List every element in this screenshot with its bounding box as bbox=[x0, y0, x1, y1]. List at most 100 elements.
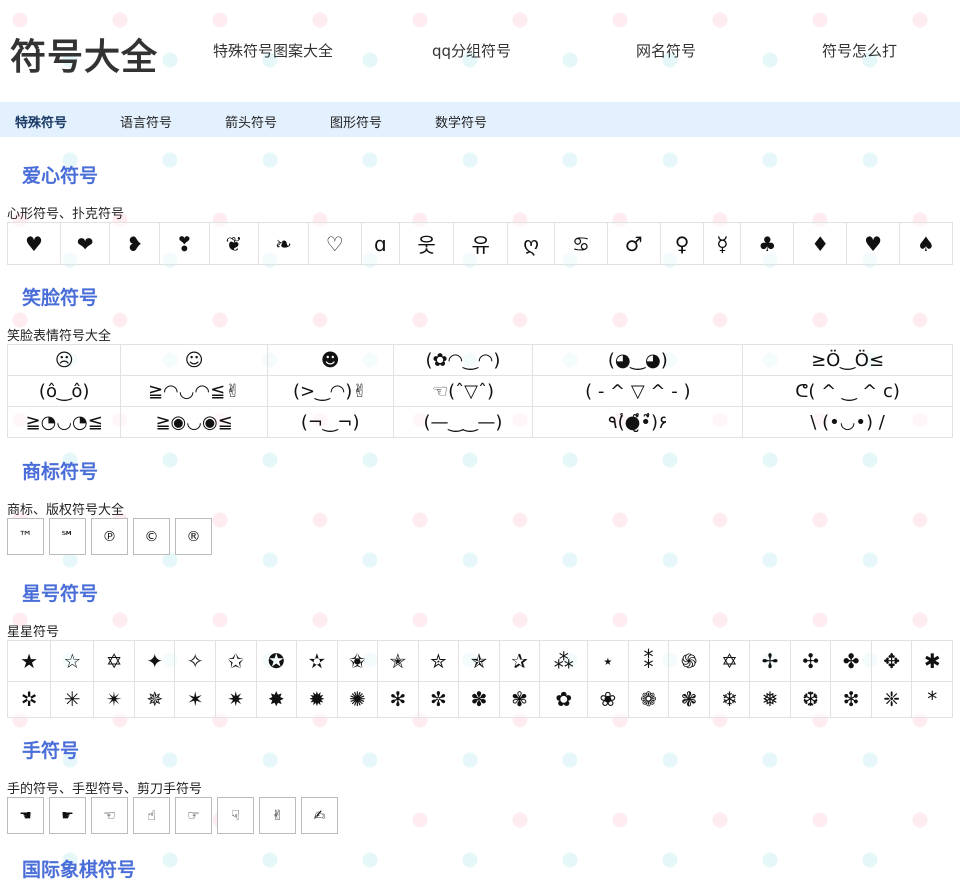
symbol-cell[interactable]: ♡ bbox=[307, 222, 362, 265]
symbol-cell[interactable]: ♋ bbox=[553, 222, 608, 265]
symbol-cell[interactable]: ☺ bbox=[120, 344, 268, 376]
symbol-cell[interactable]: 웃 bbox=[398, 222, 455, 265]
symbol-box[interactable]: ☝ bbox=[133, 797, 170, 834]
symbol-cell[interactable]: ❃ bbox=[668, 680, 710, 719]
symbol-box[interactable]: ™ bbox=[7, 518, 44, 555]
symbol-cell[interactable]: ♠ bbox=[899, 222, 953, 265]
symbol-cell[interactable]: ✹ bbox=[296, 680, 338, 719]
symbol-box[interactable]: © bbox=[133, 518, 170, 555]
symbol-cell[interactable]: ✴ bbox=[93, 680, 135, 719]
symbol-cell[interactable]: ✰ bbox=[498, 640, 541, 682]
symbol-cell[interactable]: ɑ bbox=[360, 222, 400, 265]
symbol-cell[interactable]: ✮ bbox=[417, 640, 460, 682]
symbol-cell[interactable]: ✵ bbox=[133, 680, 176, 719]
symbol-cell[interactable]: (ô‿ô) bbox=[6, 375, 122, 407]
symbol-cell[interactable]: ✶ bbox=[174, 680, 216, 719]
symbol-cell[interactable]: ✺ bbox=[336, 680, 379, 719]
symbol-cell[interactable]: ٩(̾●̮̮̃̾•̃̾)۶ bbox=[532, 406, 744, 438]
symbol-cell[interactable]: ♀ bbox=[659, 222, 705, 265]
symbol-cell[interactable]: (—‿‿—) bbox=[392, 406, 534, 438]
symbol-cell[interactable]: ღ bbox=[507, 222, 555, 265]
symbol-cell[interactable]: ✧ bbox=[174, 640, 216, 682]
symbol-cell[interactable]: ᕦ( ^ ‿ ^ c) bbox=[742, 375, 953, 407]
symbol-cell[interactable]: ☿ bbox=[703, 222, 742, 265]
symbol-cell[interactable]: ✪ bbox=[255, 640, 298, 682]
symbol-cell[interactable]: ✤ bbox=[830, 640, 872, 682]
symbol-cell[interactable]: \ (•◡•) / bbox=[742, 406, 953, 438]
symbol-cell[interactable]: ❣ bbox=[159, 222, 210, 265]
symbol-box[interactable]: ® bbox=[175, 518, 212, 555]
symbol-cell[interactable]: ✢ bbox=[749, 640, 791, 682]
symbol-cell[interactable]: ⁑ bbox=[627, 640, 670, 682]
symbol-cell[interactable]: ✾ bbox=[498, 680, 541, 719]
symbol-cell[interactable]: * bbox=[911, 680, 953, 719]
symbol-cell[interactable]: ♂ bbox=[606, 222, 661, 265]
symbol-cell[interactable]: (>‿◠)✌ bbox=[266, 375, 394, 407]
symbol-box[interactable]: ☛ bbox=[49, 797, 86, 834]
symbol-cell[interactable]: ✥ bbox=[870, 640, 913, 682]
symbol-cell[interactable]: ❧ bbox=[258, 222, 309, 265]
symbol-cell[interactable]: ✳ bbox=[50, 680, 95, 719]
symbol-cell[interactable]: ⋆ bbox=[587, 640, 629, 682]
symbol-cell[interactable]: ≧◔◡◔≦ bbox=[6, 406, 122, 438]
symbol-box[interactable]: ✌ bbox=[259, 797, 296, 834]
symbol-cell[interactable]: ❇ bbox=[830, 680, 872, 719]
symbol-cell[interactable]: ❅ bbox=[749, 680, 791, 719]
symbol-cell[interactable]: ✸ bbox=[255, 680, 298, 719]
symbol-cell[interactable]: 유 bbox=[453, 222, 509, 265]
symbol-cell[interactable]: ≧◠◡◠≦✌ bbox=[120, 375, 268, 407]
symbol-cell[interactable]: ✯ bbox=[458, 640, 500, 682]
symbol-cell[interactable]: ✭ bbox=[377, 640, 419, 682]
symbol-cell[interactable]: ☹ bbox=[6, 344, 122, 376]
symbol-cell[interactable]: ★ bbox=[6, 640, 52, 682]
symbol-cell[interactable]: ✫ bbox=[296, 640, 338, 682]
symbol-cell[interactable]: ♥ bbox=[7, 222, 61, 265]
symbol-box[interactable]: ℠ bbox=[49, 518, 86, 555]
symbol-cell[interactable]: ☆ bbox=[50, 640, 95, 682]
symbol-cell[interactable]: ✡ bbox=[708, 640, 751, 682]
symbol-cell[interactable]: ♣ bbox=[740, 222, 795, 265]
symbol-cell[interactable]: ✲ bbox=[6, 680, 52, 719]
symbol-cell[interactable]: ✣ bbox=[789, 640, 832, 682]
symbol-cell[interactable]: ( - ^ ▽ ^ - ) bbox=[532, 375, 744, 407]
symbol-box[interactable]: ☚ bbox=[7, 797, 44, 834]
symbol-cell[interactable]: (¬‿¬) bbox=[266, 406, 394, 438]
topnav-nickname-symbols[interactable]: 网名符号 bbox=[636, 40, 696, 61]
symbol-cell[interactable]: ❥ bbox=[109, 222, 161, 265]
symbol-cell[interactable]: ≧◉◡◉≦ bbox=[120, 406, 268, 438]
subnav-special[interactable]: 特殊符号 bbox=[15, 112, 67, 131]
symbol-box[interactable]: ℗ bbox=[91, 518, 128, 555]
symbol-cell[interactable]: ✿ bbox=[539, 680, 589, 719]
subnav-shapes[interactable]: 图形符号 bbox=[330, 112, 382, 131]
symbol-cell[interactable]: ♦ bbox=[793, 222, 848, 265]
symbol-cell[interactable]: ❤ bbox=[59, 222, 111, 265]
symbol-cell[interactable]: ✦ bbox=[133, 640, 176, 682]
symbol-cell[interactable]: ✼ bbox=[417, 680, 460, 719]
symbol-cell[interactable]: ❀ bbox=[587, 680, 629, 719]
symbol-cell[interactable]: ❦ bbox=[208, 222, 260, 265]
symbol-cell[interactable]: ♥ bbox=[846, 222, 901, 265]
topnav-special-symbols[interactable]: 特殊符号图案大全 bbox=[213, 40, 333, 61]
symbol-box[interactable]: ☞ bbox=[175, 797, 212, 834]
symbol-cell[interactable]: ❄ bbox=[708, 680, 751, 719]
subnav-math[interactable]: 数学符号 bbox=[435, 112, 487, 131]
topnav-how-to-type[interactable]: 符号怎么打 bbox=[822, 40, 897, 61]
topnav-qq-group-symbols[interactable]: qq分组符号 bbox=[432, 40, 511, 61]
symbol-cell[interactable]: ☻ bbox=[266, 344, 394, 376]
symbol-cell[interactable]: ❈ bbox=[870, 680, 913, 719]
symbol-cell[interactable]: ❁ bbox=[627, 680, 670, 719]
subnav-arrows[interactable]: 箭头符号 bbox=[225, 112, 277, 131]
symbol-cell[interactable]: ✬ bbox=[336, 640, 379, 682]
symbol-cell[interactable]: ⁂ bbox=[539, 640, 589, 682]
symbol-box[interactable]: ☜ bbox=[91, 797, 128, 834]
symbol-cell[interactable]: ❆ bbox=[789, 680, 832, 719]
symbol-cell[interactable]: ✱ bbox=[911, 640, 953, 682]
symbol-box[interactable]: ☟ bbox=[217, 797, 254, 834]
symbol-box[interactable]: ✍ bbox=[301, 797, 338, 834]
symbol-cell[interactable]: ≥Ö‿Ö≤ bbox=[742, 344, 953, 376]
symbol-cell[interactable]: (◕‿◕) bbox=[532, 344, 744, 376]
symbol-cell[interactable]: ֍ bbox=[668, 640, 710, 682]
symbol-cell[interactable]: ✡ bbox=[93, 640, 135, 682]
symbol-cell[interactable]: (✿◠‿◠) bbox=[392, 344, 534, 376]
subnav-language[interactable]: 语言符号 bbox=[120, 112, 172, 131]
